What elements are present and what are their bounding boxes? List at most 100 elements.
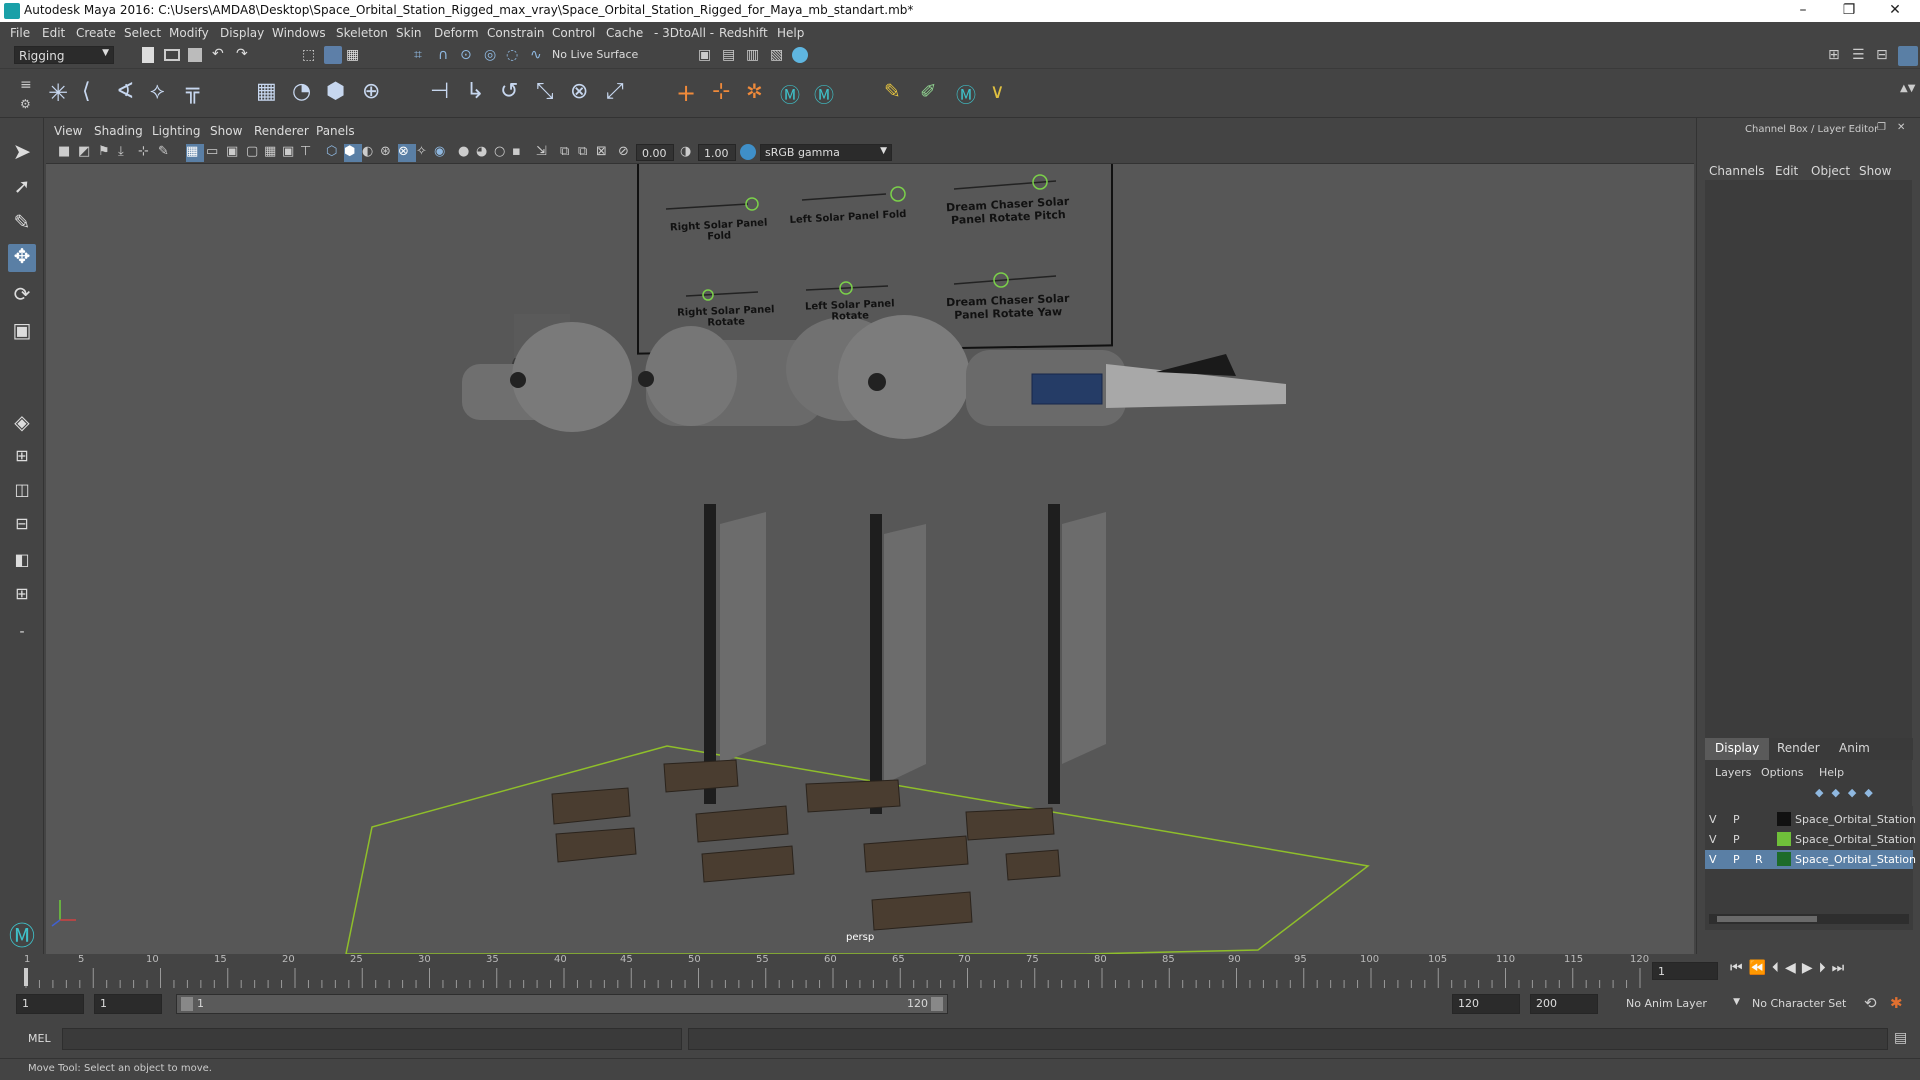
modeling-toolkit-icon[interactable]: ⊞ <box>1828 47 1846 65</box>
outliner-layout-icon[interactable]: ⊟ <box>8 514 36 542</box>
layer-name[interactable]: Space_Orbital_Station <box>1795 813 1916 826</box>
panel-menu-lighting[interactable]: Lighting <box>152 124 201 138</box>
backface-icon[interactable]: ⧉ <box>578 144 596 162</box>
color-management-icon[interactable] <box>740 144 756 160</box>
menu-redshift[interactable]: Redshift <box>719 26 768 40</box>
dof-icon[interactable]: ▪ <box>512 144 530 162</box>
layout-options-icon[interactable]: - <box>8 624 36 652</box>
shelf-settings-icon[interactable]: ⚙ <box>20 97 38 115</box>
redo-icon[interactable]: ↷ <box>236 46 254 64</box>
select-object-icon[interactable] <box>324 46 342 64</box>
restore-button[interactable]: ❐ <box>1826 0 1872 22</box>
animation-start-field[interactable]: 1 <box>16 994 84 1014</box>
menu-create[interactable]: Create <box>76 26 116 40</box>
gate-mask-icon[interactable]: ▢ <box>246 144 264 162</box>
ik-spline-icon[interactable]: ∢ <box>116 79 144 107</box>
layer-options-menu[interactable]: Options <box>1761 766 1803 779</box>
menu-edit[interactable]: Edit <box>42 26 65 40</box>
camera-attr-icon[interactable]: ◩ <box>78 144 96 162</box>
grease-pencil-icon[interactable]: ✎ <box>158 144 176 162</box>
step-back-frame-icon[interactable]: ⏴ <box>1772 960 1785 976</box>
layer-color-swatch[interactable] <box>1777 812 1791 826</box>
snap-view-icon[interactable]: ◎ <box>484 47 502 65</box>
anim-layer-dropdown[interactable]: No Anim Layer ▼ <box>1622 994 1740 1014</box>
point-constraint-icon[interactable]: ⊣ <box>430 79 458 107</box>
aa-icon[interactable]: ○ <box>494 144 512 162</box>
resolution-gate-icon[interactable]: ▣ <box>226 144 244 162</box>
render-current-icon[interactable]: ▤ <box>722 47 740 65</box>
hud-icon[interactable]: ⊠ <box>596 144 614 162</box>
range-handle-end[interactable] <box>931 997 943 1011</box>
parent-constraint-icon[interactable]: ⊗ <box>570 79 598 107</box>
textured-icon[interactable]: ⊛ <box>380 144 398 162</box>
layer-playback[interactable]: P <box>1733 853 1740 866</box>
undo-icon[interactable]: ↶ <box>212 46 230 64</box>
attribute-editor-icon[interactable]: ☰ <box>1852 47 1870 65</box>
layer-action-icons[interactable]: ◆◆◆◆ <box>1815 786 1881 799</box>
scale-constraint-icon[interactable]: ⤡ <box>536 79 564 107</box>
tab-anim[interactable]: Anim <box>1829 738 1880 760</box>
layer-name[interactable]: Space_Orbital_Station <box>1795 853 1916 866</box>
range-handle-start[interactable] <box>181 997 193 1011</box>
layer-name[interactable]: Space_Orbital_Station <box>1795 833 1916 846</box>
menu-control[interactable]: Control <box>552 26 595 40</box>
menu-skin[interactable]: Skin <box>396 26 422 40</box>
panel-menu-renderer[interactable]: Renderer <box>254 124 309 138</box>
channels-menu[interactable]: Channels <box>1709 164 1765 178</box>
gamma-icon[interactable]: ◑ <box>680 144 698 162</box>
auto-key-icon[interactable]: ⟲ <box>1864 994 1877 1012</box>
rotate-tool-icon[interactable]: ⟳ <box>8 282 36 310</box>
time-slider[interactable]: 1 5 10 15 20 25 30 35 40 45 50 55 60 65 … <box>0 954 1920 990</box>
channel-object-menu[interactable]: Object <box>1811 164 1850 178</box>
humanik-icon[interactable]: ╦ <box>186 79 214 107</box>
menu-select[interactable]: Select <box>124 26 161 40</box>
menu-file[interactable]: File <box>10 26 30 40</box>
new-scene-icon[interactable] <box>142 47 154 63</box>
script-editor-icon[interactable]: ▤ <box>1894 1030 1907 1046</box>
cluster-icon[interactable]: ▦ <box>256 79 284 107</box>
current-frame-field[interactable]: 1 <box>1652 962 1718 980</box>
xray-joints-icon[interactable]: ⧉ <box>560 144 578 162</box>
menu-3dtoall[interactable]: - 3DtoAll - <box>654 26 714 40</box>
step-forward-frame-icon[interactable]: ⏵ <box>1819 960 1832 976</box>
four-view-icon[interactable]: ⊞ <box>8 446 36 474</box>
menu-skeleton[interactable]: Skeleton <box>336 26 388 40</box>
menu-deform[interactable]: Deform <box>434 26 479 40</box>
use-lights-icon[interactable]: ⊗ <box>398 144 416 162</box>
wireframe-icon[interactable]: ⬡ <box>326 144 344 162</box>
render-settings-icon[interactable]: ▣ <box>698 47 716 65</box>
select-tool-icon[interactable]: ➤ <box>8 140 36 168</box>
scrollbar-thumb[interactable] <box>1717 916 1817 922</box>
vray-icon[interactable]: ∨ <box>990 79 1018 107</box>
smooth-shade-icon[interactable]: ⬢ <box>344 144 362 162</box>
orient-constraint-icon[interactable]: ↺ <box>500 79 528 107</box>
ssao-icon[interactable]: ● <box>458 144 476 162</box>
exposure-field[interactable]: 0.00 <box>636 144 674 161</box>
field-chart-icon[interactable]: ▦ <box>264 144 282 162</box>
playback-start-field[interactable]: 1 <box>94 994 162 1014</box>
menu-constrain[interactable]: Constrain <box>487 26 545 40</box>
tab-display[interactable]: Display <box>1705 738 1770 760</box>
maya-m3-icon[interactable]: Ⓜ <box>956 79 984 107</box>
current-frame-marker[interactable] <box>24 968 28 986</box>
safe-action-icon[interactable]: ▣ <box>282 144 300 162</box>
go-to-start-icon[interactable]: ⏮ <box>1730 960 1749 976</box>
animation-end-field[interactable]: 200 <box>1530 994 1598 1014</box>
channel-box-toggle-icon[interactable] <box>1898 46 1918 66</box>
layer-visibility[interactable]: V <box>1709 853 1717 866</box>
colorspace-dropdown[interactable]: sRGB gamma ▼ <box>760 144 892 161</box>
layers-menu[interactable]: Layers <box>1715 766 1751 779</box>
menu-cache[interactable]: Cache <box>606 26 643 40</box>
lasso-tool-icon[interactable]: ➚ <box>8 174 36 202</box>
shadows-icon[interactable]: ✧ <box>416 144 434 162</box>
layer-row[interactable]: V P Space_Orbital_Station <box>1705 830 1916 849</box>
layer-visibility[interactable]: V <box>1709 813 1717 826</box>
camera-icon[interactable]: ■ <box>58 144 76 162</box>
shelf-menu-icon[interactable]: ≡ <box>20 77 38 95</box>
channel-show-menu[interactable]: Show <box>1859 164 1891 178</box>
pole-vector-icon[interactable]: ⤢ <box>606 79 634 107</box>
layer-scrollbar[interactable] <box>1709 914 1909 924</box>
command-input[interactable] <box>62 1028 682 1050</box>
isolate-icon[interactable]: ◉ <box>434 144 452 162</box>
panel-menu-panels[interactable]: Panels <box>316 124 355 138</box>
